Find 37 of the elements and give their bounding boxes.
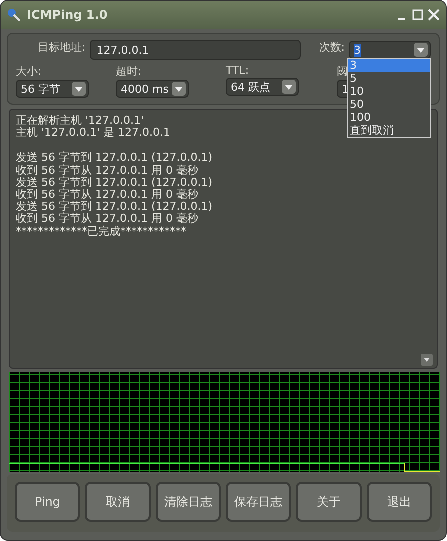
log-line: 发送 56 字节到 127.0.0.1 (127.0.0.1) <box>16 176 213 189</box>
count-combo[interactable]: 3 <box>349 41 431 59</box>
setting-label: 阈 <box>337 64 348 79</box>
setting-label: 大小: <box>16 64 42 79</box>
log-line: 收到 56 字节从 127.0.0.1 用 0 毫秒 <box>16 189 198 202</box>
log-line: 发送 56 字节到 127.0.0.1 (127.0.0.1) <box>16 152 213 164</box>
dropdown-option[interactable]: 3 <box>348 59 430 72</box>
setting-label: 超时: <box>116 64 142 79</box>
action-button[interactable]: 关于 <box>296 482 362 522</box>
target-label: 目标地址: <box>38 40 86 55</box>
dropdown-option[interactable]: 10 <box>348 85 430 98</box>
app-icon <box>7 8 21 22</box>
count-label: 次数: <box>319 40 345 55</box>
dropdown-option[interactable]: 5 <box>348 72 430 85</box>
action-button[interactable]: Ping <box>15 482 80 522</box>
target-address-field[interactable]: 127.0.0.1 <box>90 40 302 60</box>
action-button[interactable]: 保存日志 <box>226 482 292 522</box>
setting-combo[interactable]: 4000 ms <box>116 80 189 98</box>
setting-combo[interactable]: 56 字节 <box>16 80 89 98</box>
maximize-icon[interactable] <box>412 9 424 21</box>
log-line: 发送 56 字节到 127.0.0.1 (127.0.0.1) <box>16 201 213 214</box>
log-line: 主机 '127.0.0.1' 是 127.0.0.1 <box>16 127 170 140</box>
log-line: 正在解析主机 '127.0.0.1' <box>16 115 144 127</box>
window-title: ICMPing 1.0 <box>27 8 109 22</box>
log-line: *************已完成************ <box>16 226 186 238</box>
dropdown-option[interactable]: 50 <box>348 98 430 111</box>
close-icon[interactable] <box>428 9 440 21</box>
setting-combo[interactable]: 64 跃点 <box>226 78 299 96</box>
action-button[interactable]: 清除日志 <box>156 482 221 522</box>
scroll-down-icon[interactable] <box>421 354 433 366</box>
dropdown-option[interactable]: 100 <box>348 111 430 124</box>
dropdown-option[interactable]: 直到取消 <box>348 124 430 137</box>
log-line: 收到 56 字节从 127.0.0.1 用 0 毫秒 <box>16 213 198 226</box>
action-button[interactable]: 取消 <box>85 482 151 522</box>
setting-label: TTL: <box>226 64 250 77</box>
action-button[interactable]: 退出 <box>366 482 432 522</box>
log-line: 收到 56 字节从 127.0.0.1 用 0 毫秒 <box>16 164 198 177</box>
